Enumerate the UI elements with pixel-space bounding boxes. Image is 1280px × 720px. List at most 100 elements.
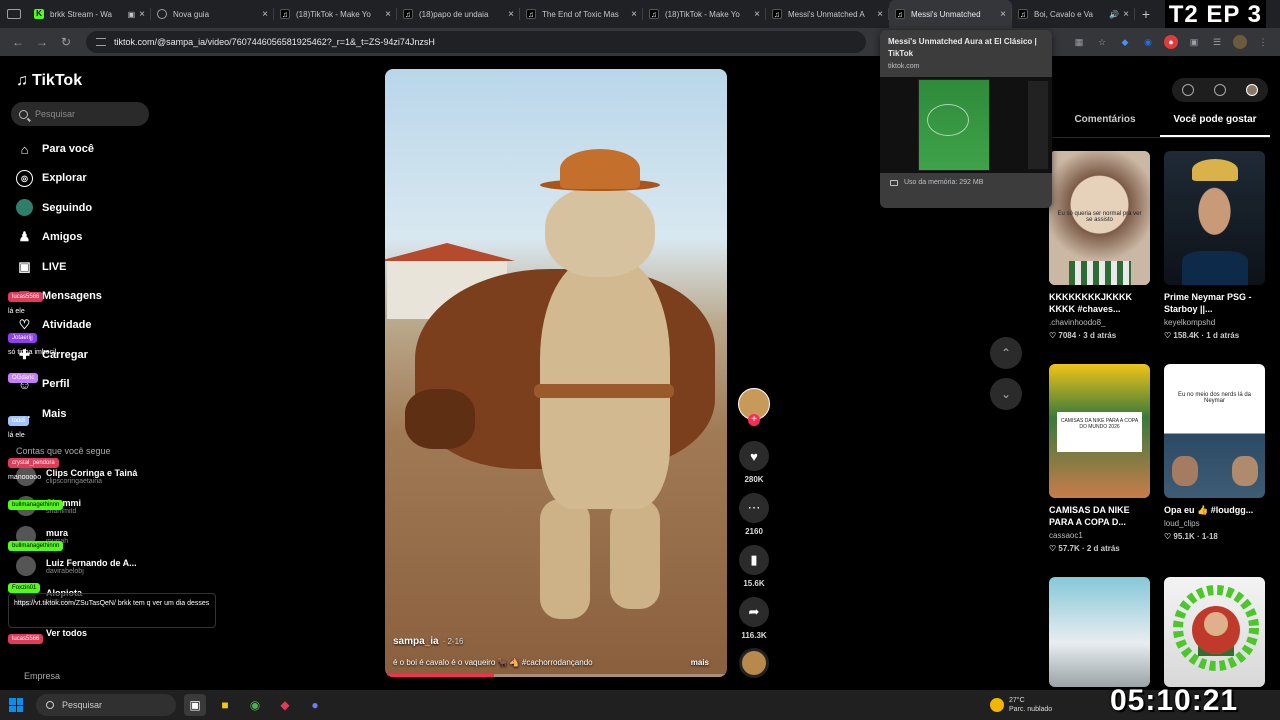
footer-company-link[interactable]: Empresa [24,671,60,681]
browser-tab[interactable]: ♫ Boi, Cavalo e Va 🔊 × [1012,0,1135,28]
tab-you-may-like[interactable]: Você pode gostar [1160,114,1270,137]
puzzle-icon[interactable]: ▣ [1187,35,1201,49]
browser-tab[interactable]: ♫ (18)TikTok - Make Yo × [274,0,397,28]
partly-cloudy-icon [990,698,1004,712]
recommended-video-card[interactable]: Eu só queria ser normal pra ver se assis… [1049,151,1150,340]
close-tab-icon[interactable]: × [262,9,268,20]
comment-icon: ⋯ [739,493,769,523]
browser-tab[interactable]: ♫ Messi's Unmatched A × [766,0,889,28]
sidebar-item-home[interactable]: ⌂ Para você [16,140,94,158]
follow-plus-icon[interactable]: + [748,414,760,426]
forward-arrow-icon[interactable]: → [30,30,54,54]
site-info-icon[interactable] [96,38,106,46]
comment-button[interactable]: ⋯ 2160 [737,493,771,536]
profile-avatar-icon[interactable] [1233,35,1247,49]
weather-widget[interactable]: 27°C Parc. nublado [990,690,1052,720]
comment-count: 2160 [745,527,763,536]
recommended-video-card[interactable] [1049,577,1150,687]
browser-tab[interactable]: ♫ The End of Toxic Mas × [520,0,643,28]
previous-video-button[interactable]: ⌃ [990,337,1022,369]
sidebar-item-live[interactable]: ▣ LIVE [16,258,66,276]
browser-tab[interactable]: Nova guia × [151,0,274,28]
reading-list-icon[interactable]: ☰ [1210,35,1224,49]
clock-overlay: 05:10:21 [1110,684,1239,717]
share-button[interactable]: ➦ 116.3K [737,597,771,640]
save-button[interactable]: ▮ 15.6K [737,545,771,588]
sidebar-item-label: Seguindo [42,201,93,214]
card-author: loud_clips [1164,519,1200,528]
app-red-icon[interactable]: ◆ [274,694,296,716]
browser-toolbar: ← → ↻ tiktok.com/@sampa_ia/video/7607446… [0,28,1280,56]
close-tab-icon[interactable]: × [385,9,391,20]
close-tab-icon[interactable]: × [631,9,637,20]
tab-comments[interactable]: Comentários [1050,114,1160,137]
sidebar-item-label: Amigos [42,231,83,244]
tab-title: Messi's Unmatched A [788,9,865,19]
browser-menu-icon[interactable]: ⋮ [1256,35,1270,49]
extension-blue-icon[interactable]: ◆ [1118,35,1132,49]
next-video-button[interactable]: ⌄ [990,378,1022,410]
browser-tab[interactable]: ♫ (18)TikTok - Make Yo × [643,0,766,28]
video-author[interactable]: sampa_ia · 2-16 [393,636,464,647]
recommended-video-card[interactable]: CAMISAS DA NIKE PARA A COPA DO MUNDO 202… [1049,364,1150,553]
chrome-icon[interactable]: ◉ [244,694,266,716]
back-arrow-icon[interactable]: ← [6,30,30,54]
discord-icon[interactable]: ● [304,694,326,716]
sidebar-item-following-avatar[interactable]: Seguindo [16,199,92,217]
user-avatar[interactable] [1246,84,1258,96]
extension-shield-icon[interactable]: ◉ [1141,35,1155,49]
chevron-up-icon: ⌃ [1000,346,1012,360]
reload-icon[interactable]: ↻ [54,30,78,54]
following-account[interactable]: Luiz Fernando de A... davirabelobj [16,556,137,576]
close-tab-icon[interactable]: × [139,9,145,20]
device-icon[interactable] [1214,84,1226,96]
close-tab-icon[interactable]: × [877,9,883,20]
recommended-video-card[interactable]: Eu no meio dos nerds lá da Neymar Opa eu… [1164,364,1265,541]
address-bar[interactable]: tiktok.com/@sampa_ia/video/7607446056581… [86,31,866,53]
tab-search-icon[interactable] [0,0,28,28]
like-button[interactable]: ♥ 280K [737,441,771,484]
task-view-icon[interactable]: ▣ [184,694,206,716]
heart-icon: ♥ [739,441,769,471]
card-title: KKKKKKKKJKKKK KKKK #chaves... [1049,292,1132,314]
video-player[interactable]: sampa_ia · 2-16 é o boi é cavalo é o vaqu… [385,69,727,677]
video-caption: é o boi é cavalo é o vaqueiro 🐂 🐴 #cacho… [393,658,723,667]
tab-title: Messi's Unmatched [911,9,981,19]
sidebar-item-label: Atividade [42,319,92,332]
close-tab-icon[interactable]: × [508,9,514,20]
extension-red-icon[interactable]: ● [1164,35,1178,49]
close-tab-icon[interactable]: × [1123,9,1129,20]
card-stats: ♡ 158.4K · 1 d atrás [1164,331,1240,340]
video-thumbnail [1164,151,1265,285]
recommended-video-card[interactable]: Prime Neymar PSG - Starboy ||... keyelko… [1164,151,1265,340]
video-progress-bar[interactable] [385,674,727,677]
bookmark-star-icon[interactable]: ☆ [1095,35,1109,49]
home-icon: ⌂ [20,141,29,157]
sidebar-item-friends[interactable]: ♟ Amigos [16,228,83,246]
chat-username: Foxzin01 [8,583,41,593]
file-explorer-icon[interactable]: ■ [214,694,236,716]
sidebar-item-activity[interactable]: ♡ Atividade [16,316,92,334]
caption-more-button[interactable]: mais [691,658,709,667]
chat-message: só tinha imbecil [8,349,57,356]
music-disc-icon[interactable] [739,648,769,678]
browser-tab[interactable]: ♫ Messi's Unmatched × [889,0,1012,28]
close-tab-icon[interactable]: × [1000,9,1006,20]
taskbar-search[interactable]: Pesquisar [36,694,176,716]
address-bar-url: tiktok.com/@sampa_ia/video/7607446056581… [114,37,435,47]
settings-icon[interactable] [1182,84,1194,96]
chat-username: lucas5566 [8,634,44,644]
close-tab-icon[interactable]: × [754,9,760,20]
extensions-icon[interactable]: ▦ [1072,35,1086,49]
sidebar-item-compass[interactable]: ◎ Explorar [16,169,87,187]
browser-tab[interactable]: ♫ (18)papo de undaia × [397,0,520,28]
browser-tab-strip: Kbrkk Stream - Wa ▣ × Nova guia × ♫ (18)TikTok… [0,0,1280,28]
following-section-title: Contas que você segue [16,446,111,456]
new-tab-button[interactable]: + [1135,6,1157,22]
avatar [16,556,36,576]
search-input[interactable]: Pesquisar [11,102,149,126]
browser-tab[interactable]: Kbrkk Stream - Wa ▣ × [28,0,151,28]
start-button[interactable] [0,690,32,720]
compass-icon: ◎ [16,169,33,187]
tiktok-logo[interactable]: ♫ TikTok [16,72,82,90]
